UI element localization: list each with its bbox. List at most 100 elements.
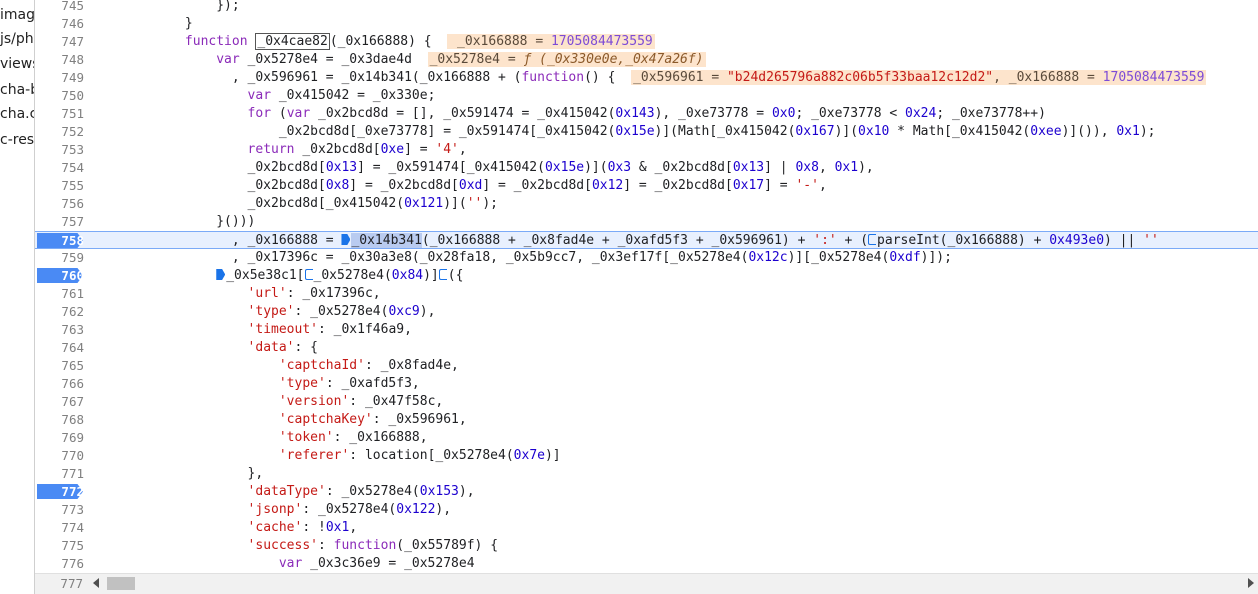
code-token: _0x5278e4( xyxy=(313,268,392,283)
line-number: 763 xyxy=(61,322,84,337)
line-gutter[interactable]: 756 xyxy=(35,195,87,213)
code-token: ( xyxy=(271,106,287,121)
code-text[interactable]: , _0x166888 = _0x14b341(_0x166888 + _0x8… xyxy=(91,232,1159,250)
code-text[interactable]: 'version': _0x47f58c, xyxy=(91,393,443,411)
code-text[interactable]: 'url': _0x17396c, xyxy=(91,285,381,303)
horizontal-scrollbar[interactable] xyxy=(35,573,1258,594)
line-gutter[interactable]: 754 xyxy=(35,159,87,177)
line-gutter[interactable]: 759 xyxy=(35,249,87,267)
line-gutter[interactable]: 770 xyxy=(35,447,87,465)
code-token: (_0x166888 + _0x8fad4e + _0xafd5f3 + _0x… xyxy=(421,233,814,248)
line-gutter[interactable]: 772 xyxy=(35,483,87,501)
line-gutter[interactable]: 776 xyxy=(35,555,87,573)
line-gutter[interactable]: 762 xyxy=(35,303,87,321)
code-text[interactable]: var _0x415042 = _0x330e; xyxy=(91,87,436,105)
code-text[interactable]: 'captchaKey': _0x596961, xyxy=(91,411,467,429)
code-text[interactable]: _0x5e38c1[_0x5278e4(0x84)] ({ xyxy=(91,267,463,285)
code-text[interactable]: function _0x4cae82 (_0x166888) { _0x16688… xyxy=(91,33,655,51)
code-text[interactable]: var _0x5278e4 = _0x3dae4d _0x5278e4 = ƒ … xyxy=(91,51,706,69)
line-gutter[interactable]: 766 xyxy=(35,375,87,393)
line-gutter[interactable]: 745 xyxy=(35,0,87,15)
line-gutter[interactable]: 755 xyxy=(35,177,87,195)
code-token: : _0x166888, xyxy=(333,430,428,445)
code-text[interactable]: }())) xyxy=(91,213,255,231)
code-text[interactable]: for (var _0x2bcd8d = [], _0x591474 = _0x… xyxy=(91,105,1046,123)
code-text[interactable]: _0x2bcd8d[_0x415042(0x121)](''); xyxy=(91,195,498,213)
code-line: 773 'jsonp': _0x5278e4(0x122), xyxy=(35,501,1258,519)
line-number: 772 xyxy=(61,484,84,499)
code-text[interactable]: 'type': _0xafd5f3, xyxy=(91,375,420,393)
line-gutter[interactable]: 750 xyxy=(35,87,87,105)
line-gutter[interactable]: 775 xyxy=(35,537,87,555)
line-gutter[interactable]: 757 xyxy=(35,213,87,231)
arrow-left-icon[interactable] xyxy=(93,578,99,588)
file-tree-item[interactable]: js/ph xyxy=(0,30,34,48)
code-token: 0x15e xyxy=(615,124,655,139)
code-text[interactable]: , _0x17396c = _0x30a3e8(_0x28fa18, _0x5b… xyxy=(91,249,952,267)
inline-breakpoint-icon[interactable] xyxy=(341,234,351,245)
line-gutter[interactable]: 760 xyxy=(35,267,87,285)
code-text[interactable]: 'token': _0x166888, xyxy=(91,429,428,447)
line-gutter[interactable]: 753 xyxy=(35,141,87,159)
line-gutter[interactable]: 746 xyxy=(35,15,87,33)
line-gutter[interactable]: 748 xyxy=(35,51,87,69)
file-tree-item[interactable]: imag xyxy=(0,6,34,24)
code-text[interactable]: _0x2bcd8d[0x13] = _0x591474[_0x415042(0x… xyxy=(91,159,874,177)
line-gutter[interactable]: 758 xyxy=(35,232,87,250)
inline-breakpoint-icon[interactable] xyxy=(216,269,226,280)
code-token: ':' xyxy=(813,233,837,248)
line-gutter[interactable]: 752 xyxy=(35,123,87,141)
line-gutter[interactable]: 771 xyxy=(35,465,87,483)
line-gutter[interactable]: 765 xyxy=(35,357,87,375)
code-text[interactable]: }, xyxy=(91,465,264,483)
code-text[interactable]: } xyxy=(91,15,193,33)
line-gutter[interactable]: 751 xyxy=(35,105,87,123)
file-tree-item[interactable]: cha.cl xyxy=(0,105,34,123)
code-token: ) || xyxy=(1104,233,1144,248)
inline-breakpoint-icon[interactable] xyxy=(438,269,447,280)
code-line: 766 'type': _0xafd5f3, xyxy=(35,375,1258,393)
file-tree-item[interactable]: c-res. xyxy=(0,131,34,149)
code-text[interactable]: 'cache': !0x1, xyxy=(91,519,358,537)
file-tree-item[interactable]: cha-b xyxy=(0,81,34,99)
code-text[interactable]: 'data': { xyxy=(91,339,318,357)
code-text[interactable]: , _0x596961 = _0x14b341(_0x166888 + (fun… xyxy=(91,69,1207,87)
code-text[interactable]: }); xyxy=(91,0,240,15)
code-text[interactable]: var _0x3c36e9 = _0x5278e4 xyxy=(91,555,475,573)
inline-breakpoint-icon[interactable] xyxy=(304,269,313,280)
file-tree-item[interactable]: views xyxy=(0,55,34,73)
line-gutter[interactable]: 749 xyxy=(35,69,87,87)
arrow-right-icon[interactable] xyxy=(1248,578,1254,588)
code-token: 'referer' xyxy=(278,448,350,463)
line-gutter[interactable]: 761 xyxy=(35,285,87,303)
code-text[interactable]: 'referer': location[_0x5278e4(0x7e)] xyxy=(91,447,561,465)
line-number: 767 xyxy=(61,394,84,409)
code-text[interactable]: _0x2bcd8d[0x8] = _0x2bcd8d[0xd] = _0x2bc… xyxy=(91,177,827,195)
code-editor[interactable]: 745 }); 746 } 747 function _0x4cae82 (_0x16… xyxy=(35,0,1258,594)
line-gutter[interactable]: 769 xyxy=(35,429,87,447)
code-token: + ( xyxy=(836,233,869,248)
line-gutter[interactable]: 768 xyxy=(35,411,87,429)
code-text[interactable]: 'type': _0x5278e4(0xc9), xyxy=(91,303,436,321)
inline-breakpoint-icon[interactable] xyxy=(868,234,877,245)
code-text[interactable]: 'success': function(_0x55789f) { xyxy=(91,537,498,555)
line-gutter[interactable]: 767 xyxy=(35,393,87,411)
code-text[interactable]: 'timeout': _0x1f46a9, xyxy=(91,321,412,339)
code-line: 763 'timeout': _0x1f46a9, xyxy=(35,321,1258,339)
line-gutter[interactable]: 773 xyxy=(35,501,87,519)
code-token: ); xyxy=(482,196,499,211)
code-token: 'timeout' xyxy=(247,322,318,337)
code-text[interactable]: 'captchaId': _0x8fad4e, xyxy=(91,357,459,375)
code-text[interactable]: _0x2bcd8d[_0xe73778] = _0x591474[_0x4150… xyxy=(91,123,1156,141)
line-gutter[interactable]: 774 xyxy=(35,519,87,537)
line-gutter[interactable]: 763 xyxy=(35,321,87,339)
code-token: ƒ (_0x330e0e,_0x47a26f) xyxy=(523,52,704,67)
code-text[interactable]: 'dataType': _0x5278e4(0x153), xyxy=(91,483,475,501)
line-gutter[interactable]: 747 xyxy=(35,33,87,51)
code-text[interactable]: return _0x2bcd8d[0xe] = '4', xyxy=(91,141,467,159)
code-text[interactable]: 'jsonp': _0x5278e4(0x122), xyxy=(91,501,452,519)
scrollbar-thumb[interactable] xyxy=(107,577,135,590)
line-gutter[interactable]: 764 xyxy=(35,339,87,357)
